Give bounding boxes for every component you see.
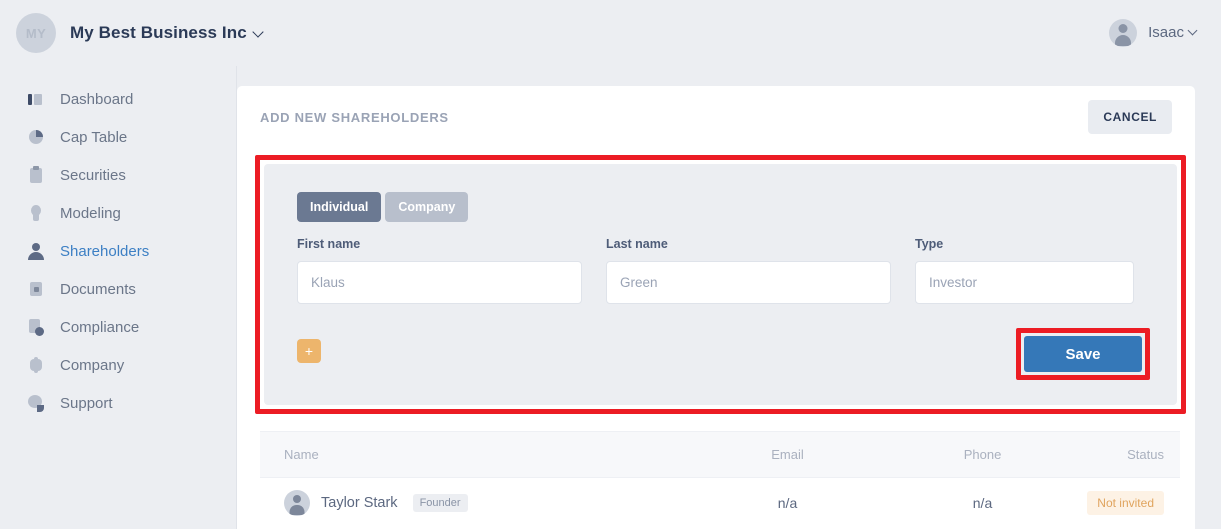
- panel-header: ADD NEW SHAREHOLDERS CANCEL: [237, 86, 1195, 148]
- sidebar-item-label: Dashboard: [60, 90, 134, 108]
- sidebar-item-label: Company: [60, 356, 125, 374]
- sidebar-item-documents[interactable]: Documents: [0, 270, 236, 308]
- sidebar-item-label: Documents: [60, 280, 136, 298]
- status-badge: Not invited: [1087, 491, 1164, 515]
- sidebar-item-shareholders[interactable]: Shareholders: [0, 232, 236, 270]
- sidebar-item-securities[interactable]: Securities: [0, 156, 236, 194]
- help-bubble-icon: [26, 393, 46, 413]
- cell-status: Not invited: [1070, 491, 1180, 515]
- table-header-row: Name Email Phone Status: [260, 431, 1180, 478]
- type-input[interactable]: [915, 261, 1134, 304]
- role-badge: Founder: [412, 494, 468, 512]
- company-switcher[interactable]: MY My Best Business Inc: [16, 13, 265, 53]
- form-highlight-annotation: Individual Company First name Last name …: [255, 155, 1186, 414]
- form-fields: First name Last name Type: [297, 237, 1146, 304]
- avatar: [284, 490, 310, 516]
- app-root: MY My Best Business Inc Isaac Dashboard …: [0, 0, 1221, 529]
- sidebar-item-label: Support: [60, 394, 113, 412]
- shareholder-name: Taylor Stark: [321, 495, 398, 511]
- sidebar-item-label: Compliance: [60, 318, 140, 336]
- user-menu[interactable]: Isaac: [1109, 19, 1199, 47]
- user-name-wrap: Isaac: [1148, 24, 1199, 42]
- first-name-label: First name: [297, 237, 361, 251]
- column-header-email: Email: [771, 447, 804, 462]
- sidebar-item-modeling[interactable]: Modeling: [0, 194, 236, 232]
- page-title: ADD NEW SHAREHOLDERS: [260, 109, 449, 125]
- pie-chart-icon: [26, 127, 46, 147]
- company-name: My Best Business Inc: [70, 23, 247, 42]
- first-name-input[interactable]: [297, 261, 582, 304]
- chevron-down-icon: [1189, 27, 1199, 37]
- save-button[interactable]: Save: [1024, 336, 1142, 372]
- cell-phone: n/a: [972, 495, 993, 511]
- field-last-name: Last name: [606, 237, 891, 304]
- field-first-name: First name: [297, 237, 582, 304]
- company-avatar: MY: [16, 13, 56, 53]
- field-type: Type: [915, 237, 1134, 304]
- chevron-down-icon: [254, 27, 265, 38]
- clipboard-icon: [26, 165, 46, 185]
- tab-company[interactable]: Company: [385, 192, 469, 222]
- entity-type-toggle: Individual Company: [297, 192, 469, 222]
- column-header-name: Name: [284, 447, 319, 462]
- tab-individual[interactable]: Individual: [297, 192, 382, 222]
- column-header-phone: Phone: [963, 447, 1002, 462]
- lightbulb-icon: [26, 203, 46, 223]
- save-highlight-annotation: Save: [1016, 328, 1150, 380]
- table-row[interactable]: Taylor Stark Founder n/a n/a Not invited: [260, 478, 1180, 528]
- sidebar: Dashboard Cap Table Securities Modeling …: [0, 66, 237, 529]
- last-name-label: Last name: [606, 237, 668, 251]
- cell-email: n/a: [777, 495, 798, 511]
- cancel-button[interactable]: CANCEL: [1088, 100, 1172, 134]
- column-header-status: Status: [1127, 447, 1164, 462]
- dashboard-icon: [26, 89, 46, 109]
- sidebar-item-label: Shareholders: [60, 242, 150, 260]
- top-bar: MY My Best Business Inc Isaac: [0, 0, 1221, 66]
- last-name-input[interactable]: [606, 261, 891, 304]
- person-icon: [26, 241, 46, 261]
- sidebar-item-label: Securities: [60, 166, 126, 184]
- sidebar-item-label: Modeling: [60, 204, 121, 222]
- sidebar-item-label: Cap Table: [60, 128, 128, 146]
- avatar: [1109, 19, 1138, 47]
- sidebar-item-company[interactable]: Company: [0, 346, 236, 384]
- sidebar-item-cap-table[interactable]: Cap Table: [0, 118, 236, 156]
- main-panel: ADD NEW SHAREHOLDERS CANCEL Individual C…: [237, 86, 1195, 529]
- company-name-wrap: My Best Business Inc: [70, 23, 265, 43]
- shareholders-table: Name Email Phone Status Taylor Stark Fou…: [260, 431, 1180, 528]
- document-icon: [26, 279, 46, 299]
- sidebar-item-support[interactable]: Support: [0, 384, 236, 422]
- sidebar-item-dashboard[interactable]: Dashboard: [0, 80, 236, 118]
- user-name: Isaac: [1148, 24, 1184, 41]
- document-check-icon: [26, 317, 46, 337]
- company-icon: [26, 355, 46, 375]
- sidebar-item-compliance[interactable]: Compliance: [0, 308, 236, 346]
- cell-name: Taylor Stark Founder: [260, 490, 680, 516]
- add-shareholder-form: Individual Company First name Last name …: [264, 164, 1177, 405]
- add-row-button[interactable]: +: [297, 339, 321, 363]
- type-label: Type: [915, 237, 944, 251]
